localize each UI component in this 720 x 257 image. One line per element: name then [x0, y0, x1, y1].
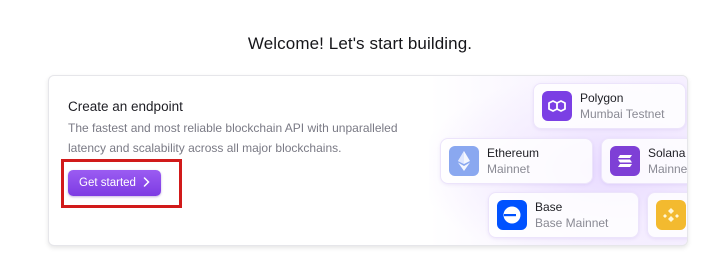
- polygon-icon: [542, 91, 572, 121]
- chain-name: Solana: [648, 146, 686, 160]
- chain-card-bnb[interactable]: [647, 192, 687, 238]
- chevron-right-icon: [143, 177, 150, 189]
- solana-icon: [610, 146, 640, 176]
- ethereum-icon: [449, 146, 479, 176]
- get-started-label: Get started: [79, 177, 136, 189]
- bnb-icon: [656, 200, 686, 230]
- chain-card-ethereum[interactable]: Ethereum Mainnet: [440, 138, 593, 184]
- base-icon: [497, 200, 527, 230]
- chain-card-base[interactable]: Base Base Mainnet: [488, 192, 639, 238]
- create-endpoint-card: Create an endpoint The fastest and most …: [48, 75, 688, 246]
- card-description: The fastest and most reliable blockchain…: [68, 121, 398, 155]
- welcome-heading: Welcome! Let's start building.: [247, 34, 473, 53]
- chain-card-solana[interactable]: Solana Mainnet: [601, 138, 688, 184]
- get-started-button[interactable]: Get started: [68, 170, 161, 196]
- chain-name: Base: [535, 200, 563, 214]
- card-title: Create an endpoint: [68, 99, 183, 114]
- chain-network: Mainnet: [487, 162, 530, 176]
- chain-network: Base Mainnet: [535, 216, 609, 230]
- chain-network: Mainnet: [648, 162, 688, 176]
- chain-card-polygon[interactable]: Polygon Mumbai Testnet: [533, 83, 686, 129]
- chain-name: Ethereum: [487, 146, 540, 160]
- chain-name: Polygon: [580, 91, 624, 105]
- chain-network: Mumbai Testnet: [580, 107, 665, 121]
